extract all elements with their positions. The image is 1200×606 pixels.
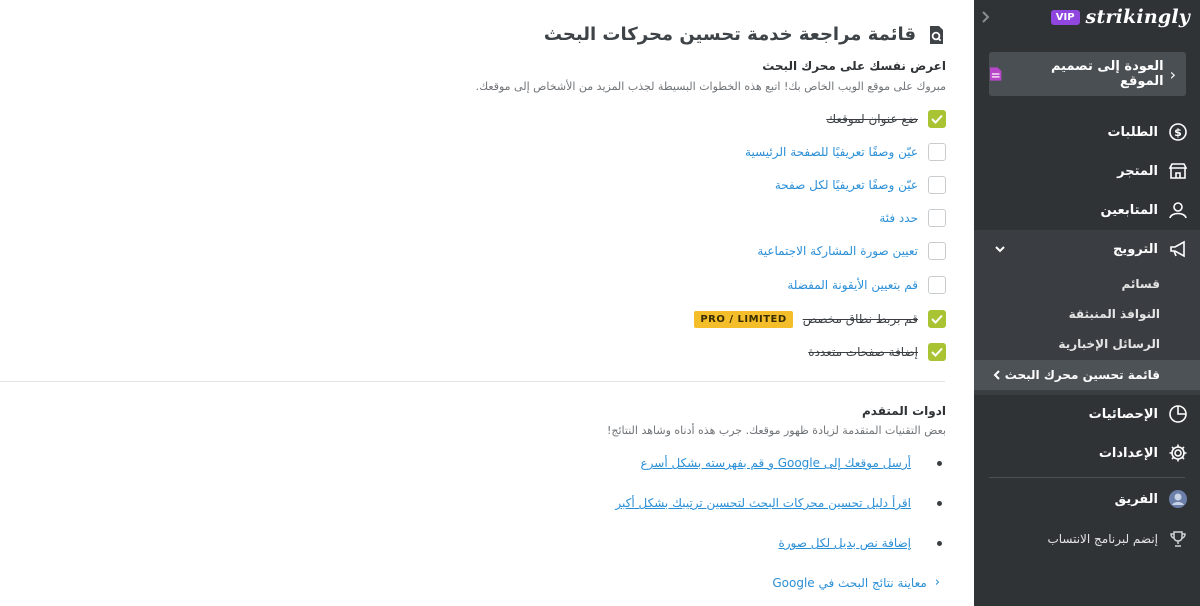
sidebar-item-label: الترويج — [1112, 241, 1158, 257]
checklist-item[interactable]: قم بتعيين الأيقونة المفضلة — [787, 275, 946, 295]
vip-badge: VIP — [1050, 9, 1080, 25]
checkbox[interactable] — [928, 110, 946, 128]
sidebar-item-affiliate[interactable]: إنضم لبرنامج الانتساب — [974, 529, 1200, 549]
site-page-icon — [989, 67, 1002, 81]
advanced-link[interactable]: اقرأ دليل تحسين محركات البحث لتحسين ترتي… — [615, 496, 911, 510]
sidebar-item-team[interactable]: الفريق — [974, 489, 1200, 509]
collapse-sidebar-icon[interactable] — [979, 9, 993, 25]
sidebar-subitem-seo-checklist[interactable]: قائمة تحسين محرك البحث — [1005, 368, 1160, 382]
advanced-link[interactable]: أرسل موقعك إلى Google و قم بفهرسته بشكل … — [640, 456, 911, 470]
sidebar-item-promotion[interactable]: الترويج — [974, 239, 1200, 259]
sidebar-item-label: المتجر — [1117, 163, 1158, 179]
checkbox[interactable] — [928, 176, 946, 194]
megaphone-icon — [1168, 239, 1188, 259]
avatar — [1168, 489, 1188, 509]
checkbox[interactable] — [928, 310, 946, 328]
sidebar-item-label: المتابعين — [1100, 202, 1158, 218]
sidebar-item-orders[interactable]: $ الطلبات — [974, 122, 1200, 142]
sidebar-subitem-newsletters[interactable]: الرسائل الإخبارية — [1058, 337, 1160, 351]
checkbox[interactable] — [928, 143, 946, 161]
chevron-left-icon: ‹ — [934, 575, 940, 590]
list-item: اقرأ دليل تحسين محركات البحث لتحسين ترتي… — [615, 496, 942, 510]
sidebar-item-stats[interactable]: الإحصائيات — [974, 404, 1200, 424]
pie-chart-icon — [1168, 404, 1188, 424]
back-to-site-editor-button[interactable]: ‹ العودة إلى تصميم الموقع — [989, 52, 1186, 96]
checklist-label: ضع عنوان لموقعك — [826, 112, 918, 126]
preview-google-results[interactable]: ‹ معاينة نتائج البحث في Google — [772, 575, 940, 590]
sidebar-item-settings[interactable]: الإعدادات — [974, 443, 1200, 463]
section-heading-search: اعرض نفسك على محرك البحث — [762, 59, 946, 73]
checkmark-icon — [931, 114, 943, 124]
sidebar-divider — [989, 477, 1185, 478]
checklist-label[interactable]: تعيين صورة المشاركة الاجتماعية — [757, 244, 918, 258]
sidebar-item-label: الفريق — [1114, 491, 1158, 507]
search-page-icon — [930, 25, 943, 44]
sidebar-item-followers[interactable]: المتابعين — [974, 200, 1200, 220]
user-icon — [1168, 200, 1188, 220]
chevron-left-icon — [993, 370, 1000, 380]
page-title-row: قائمة مراجعة خدمة تحسين محركات البحث — [544, 24, 946, 45]
logo[interactable]: strikingly VIP — [1050, 4, 1190, 30]
checklist-label: إضافة صفحات متعددة — [808, 345, 918, 359]
checklist-label[interactable]: عيّن وصفًا تعريفيًا للصفحة الرئيسية — [745, 145, 918, 159]
sidebar-item-label: إنضم لبرنامج الانتساب — [1047, 532, 1158, 546]
page-title: قائمة مراجعة خدمة تحسين محركات البحث — [543, 24, 916, 45]
svg-text:$: $ — [1174, 126, 1182, 139]
sidebar-item-label: الطلبات — [1107, 124, 1158, 140]
checklist-item[interactable]: إضافة صفحات متعددة — [808, 342, 946, 362]
dollar-icon: $ — [1168, 122, 1188, 142]
back-button-label: العودة إلى تصميم الموقع — [1050, 59, 1164, 89]
checkbox[interactable] — [928, 276, 946, 294]
list-item: أرسل موقعك إلى Google و قم بفهرسته بشكل … — [640, 456, 942, 470]
checkmark-icon — [931, 347, 943, 357]
bullet-icon — [937, 500, 942, 506]
checkbox[interactable] — [928, 343, 946, 361]
sidebar-item-label: الإعدادات — [1098, 445, 1158, 461]
checkbox[interactable] — [928, 209, 946, 227]
checklist-item[interactable]: ضع عنوان لموقعك — [826, 109, 946, 129]
checkmark-icon — [931, 314, 943, 324]
preview-link[interactable]: معاينة نتائج البحث في Google — [772, 576, 926, 590]
advanced-link[interactable]: إضافة نص بديل لكل صورة — [778, 536, 911, 550]
store-icon — [1168, 161, 1188, 181]
section-description-search: مبروك على موقع الويب الخاص بك! اتبع هذه … — [475, 80, 946, 93]
checklist-item[interactable]: حدد فئة — [879, 208, 946, 228]
bullet-icon — [937, 460, 942, 466]
sidebar-item-store[interactable]: المتجر — [974, 161, 1200, 181]
checklist-label[interactable]: قم بتعيين الأيقونة المفضلة — [787, 278, 918, 292]
pro-limited-badge: PRO / LIMITED — [694, 310, 793, 328]
sidebar: strikingly VIP ‹ العودة إلى تصميم الموقع… — [974, 0, 1200, 606]
checklist-item[interactable]: عيّن وصفًا تعريفيًا للصفحة الرئيسية — [745, 142, 946, 162]
gear-icon — [1168, 443, 1188, 463]
checklist-label: قم بربط نطاق مخصص — [802, 312, 918, 326]
logo-text: strikingly — [1085, 6, 1190, 28]
section-heading-advanced: ادوات المتقدم — [861, 404, 946, 418]
checklist-label[interactable]: حدد فئة — [879, 211, 918, 225]
trophy-icon — [1168, 529, 1188, 549]
sidebar-subitem-popups[interactable]: النوافذ المنبثقة — [1069, 307, 1160, 321]
checklist-item[interactable]: عيّن وصفًا تعريفيًا لكل صفحة — [775, 175, 946, 195]
sidebar-item-label: الإحصائيات — [1088, 406, 1158, 422]
chevron-down-icon[interactable] — [994, 244, 1006, 254]
section-divider — [0, 381, 945, 382]
checklist-item[interactable]: تعيين صورة المشاركة الاجتماعية — [757, 241, 946, 261]
checklist-item[interactable]: قم بربط نطاق مخصص PRO / LIMITED — [694, 309, 946, 329]
chevron-left-icon: ‹ — [1169, 64, 1176, 84]
checklist-label[interactable]: عيّن وصفًا تعريفيًا لكل صفحة — [775, 178, 918, 192]
main-content: قائمة مراجعة خدمة تحسين محركات البحث اعر… — [0, 0, 974, 606]
sidebar-subitem-lists[interactable]: قسائم — [1122, 277, 1161, 291]
bullet-icon — [937, 540, 942, 546]
section-description-advanced: بعض التقنيات المتقدمة لزيادة ظهور موقعك.… — [606, 424, 946, 437]
list-item: إضافة نص بديل لكل صورة — [778, 536, 942, 550]
checkbox[interactable] — [928, 242, 946, 260]
